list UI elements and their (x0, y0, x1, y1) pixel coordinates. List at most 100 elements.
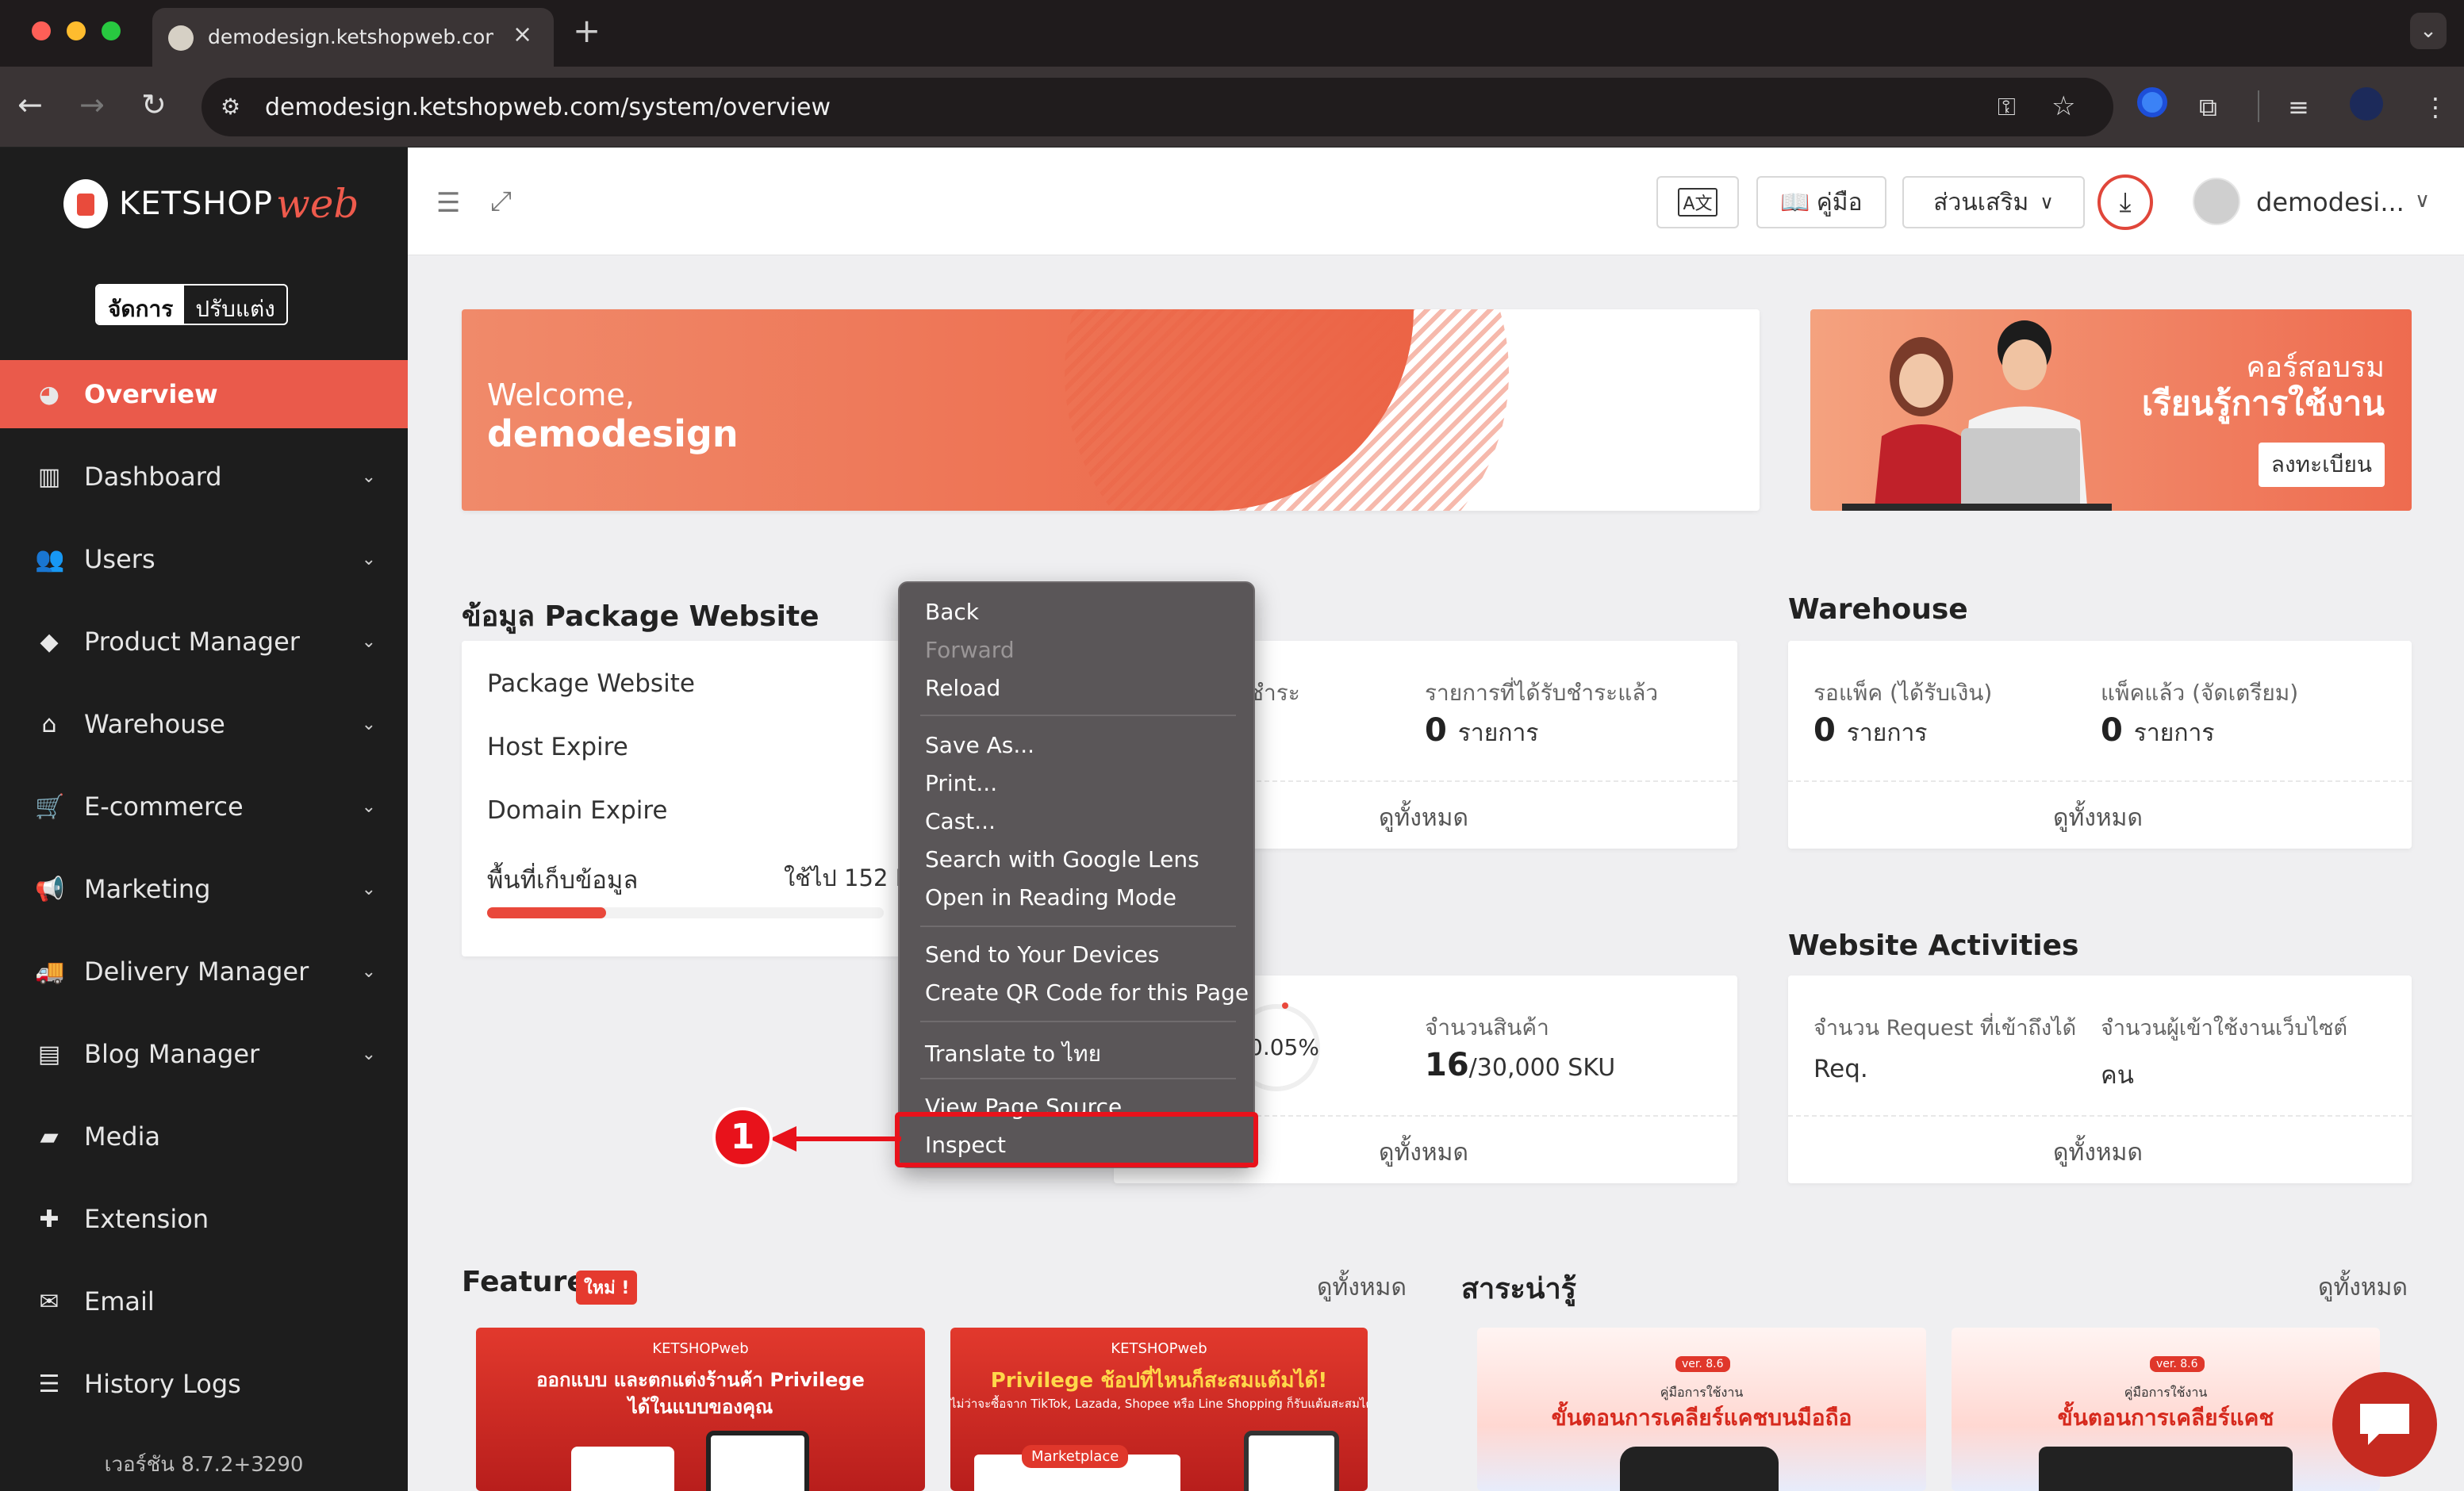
package-card: Package Website Host Expire Domain Expir… (462, 641, 931, 956)
back-arrow-icon[interactable]: ← (17, 87, 43, 122)
extension-circle-icon[interactable] (2137, 87, 2167, 117)
package-title: ข้อมูล Package Website (462, 600, 819, 633)
browser-tab[interactable]: demodesign.ketshopweb.com × (152, 8, 554, 67)
browser-menu-icon[interactable]: ⋮ (2423, 92, 2448, 122)
download-icon: ⤓ (2119, 186, 2132, 218)
menu-item-cast[interactable]: Cast... (925, 808, 996, 834)
menu-item-qr-code[interactable]: Create QR Code for this Page (925, 979, 1249, 1006)
chevron-down-icon: ⌄ (361, 631, 376, 652)
tab-search-chevron-icon[interactable]: ⌄ (2410, 13, 2447, 49)
sku-percent: 0.05% (1249, 1034, 1319, 1060)
download-button[interactable]: ⤓ (2097, 174, 2153, 230)
translate-icon: A文 (1678, 188, 1718, 217)
course-banner[interactable]: คอร์สอบรม เรียนรู้การใช้งาน ลงทะเบียน (1810, 309, 2412, 511)
collapse-menu-icon[interactable]: ☰ (436, 187, 460, 219)
article-card[interactable]: ver. 8.6 คู่มือการใช้งาน ขั้นตอนการเคลีย… (1952, 1328, 2380, 1491)
manual-button[interactable]: 📖 คู่มือ (1756, 176, 1886, 228)
menu-item-print[interactable]: Print... (925, 770, 997, 796)
new-tab-button[interactable]: + (573, 11, 601, 50)
pie-chart-icon: ◕ (38, 380, 60, 408)
reload-icon[interactable]: ↻ (141, 87, 167, 122)
sidebar-item-product-manager[interactable]: ◆ Product Manager ⌄ (0, 608, 408, 676)
menu-separator (920, 715, 1236, 716)
activities-view-all-link[interactable]: ดูทั้งหมด (2053, 1134, 2143, 1171)
fullscreen-icon[interactable]: ⤢ (490, 186, 512, 217)
cart-icon: 🛒 (35, 792, 65, 821)
sidebar-item-extension[interactable]: ✚ Extension (0, 1185, 408, 1253)
orders-view-all-link[interactable]: ดูทั้งหมด (1379, 799, 1468, 837)
sidebar-item-overview[interactable]: ◕ Overview (0, 360, 408, 428)
forward-arrow-icon[interactable]: → (79, 87, 105, 122)
menu-item-reload[interactable]: Reload (925, 675, 1000, 701)
feature-card[interactable]: KETSHOPweb Privilege ช้อปที่ไหนก็สะสมแต้… (950, 1328, 1368, 1491)
close-window-button[interactable] (32, 21, 51, 40)
chevron-down-icon: ⌄ (361, 714, 376, 734)
article-card[interactable]: ver. 8.6 คู่มือการใช้งาน ขั้นตอนการเคลีย… (1477, 1328, 1926, 1491)
site-favicon-icon (168, 25, 194, 51)
menu-item-translate[interactable]: Translate to ไทย (925, 1037, 1101, 1071)
register-button[interactable]: ลงทะเบียน (2258, 443, 2385, 487)
maximize-window-button[interactable] (102, 21, 121, 40)
user-menu-chevron-icon[interactable]: ∨ (2415, 189, 2430, 213)
menu-item-save-as[interactable]: Save As... (925, 732, 1034, 758)
sidebar-item-users[interactable]: 👥 Users ⌄ (0, 525, 408, 593)
envelope-icon: ✉ (39, 1287, 59, 1316)
megaphone-icon: 📢 (35, 875, 65, 903)
article-version-badge: ver. 8.6 (2150, 1356, 2205, 1372)
addons-dropdown[interactable]: ส่วนเสริม ∨ (1902, 176, 2085, 228)
sidebar-item-label: Media (84, 1121, 161, 1152)
sidebar-item-email[interactable]: ✉ Email (0, 1267, 408, 1336)
warehouse-view-all-link[interactable]: ดูทั้งหมด (2053, 799, 2143, 837)
extensions-puzzle-icon[interactable]: ⧉ (2199, 92, 2217, 123)
avatar[interactable] (2193, 178, 2240, 225)
chevron-down-icon: ⌄ (361, 1044, 376, 1064)
minimize-window-button[interactable] (67, 21, 86, 40)
sidebar-item-warehouse[interactable]: ⌂ Warehouse ⌄ (0, 690, 408, 758)
username[interactable]: demodesi... (2256, 187, 2405, 217)
media-controls-icon[interactable]: ≡ (2288, 92, 2309, 122)
menu-item-send-to-devices[interactable]: Send to Your Devices (925, 941, 1159, 968)
language-button[interactable]: A文 (1656, 176, 1739, 228)
feature-view-all-link[interactable]: ดูทั้งหมด (1317, 1269, 1407, 1306)
logo-mark-icon (63, 179, 108, 228)
menu-item-back[interactable]: Back (925, 599, 979, 625)
warehouse-col2-value: 0 รายการ (2101, 712, 2214, 752)
bookmark-star-icon[interactable]: ☆ (2051, 90, 2075, 122)
phone-mockup (1244, 1431, 1339, 1491)
puzzle-icon: ✚ (39, 1205, 59, 1233)
warehouse-col1-value: 0 รายการ (1813, 712, 1927, 752)
menu-item-google-lens[interactable]: Search with Google Lens (925, 846, 1199, 872)
sidebar-item-marketing[interactable]: 📢 Marketing ⌄ (0, 855, 408, 923)
sidebar-item-blog-manager[interactable]: ▤ Blog Manager ⌄ (0, 1020, 408, 1088)
sidebar-item-label: Marketing (84, 874, 211, 904)
menu-separator (920, 1021, 1236, 1022)
course-illustration (1842, 320, 2112, 511)
menu-item-reading-mode[interactable]: Open in Reading Mode (925, 884, 1176, 910)
mode-customize-button[interactable]: ปรับแต่ง (184, 286, 286, 324)
activities-col1-value: Req. (1813, 1055, 1868, 1083)
feature-card[interactable]: KETSHOPweb ออกแบบ และตกแต่งร้านค้า Privi… (476, 1328, 925, 1491)
sidebar-item-delivery-manager[interactable]: 🚚 Delivery Manager ⌄ (0, 937, 408, 1006)
tab-close-icon[interactable]: × (512, 21, 532, 48)
profile-avatar-icon[interactable] (2350, 87, 2383, 121)
url-text[interactable]: demodesign.ketshopweb.com/system/overvie… (265, 94, 831, 121)
chat-button[interactable] (2332, 1372, 2437, 1477)
package-row: Host Expire (487, 733, 628, 761)
storage-progress-fill (487, 907, 606, 918)
article-title: ขั้นตอนการเคลียร์แคชบนมือถือ (1551, 1405, 1852, 1431)
url-bar[interactable]: ⚙ demodesign.ketshopweb.com/system/overv… (201, 78, 2113, 136)
warehouse-col1-count: 0 (1813, 712, 1836, 749)
sidebar-item-ecommerce[interactable]: 🛒 E-commerce ⌄ (0, 772, 408, 841)
tab-title: demodesign.ketshopweb.com (208, 25, 493, 48)
products-view-all-link[interactable]: ดูทั้งหมด (1379, 1134, 1468, 1171)
site-settings-icon[interactable]: ⚙ (221, 94, 240, 120)
sidebar-item-dashboard[interactable]: ▥ Dashboard ⌄ (0, 443, 408, 511)
chevron-down-icon: ⌄ (361, 549, 376, 569)
sidebar-item-label: Dashboard (84, 462, 222, 492)
ketshop-logo[interactable]: KETSHOP web (63, 176, 359, 232)
password-key-icon[interactable]: ⚿ (1998, 94, 2016, 121)
mode-manage-button[interactable]: จัดการ (97, 286, 185, 324)
sidebar-item-history-logs[interactable]: ☰ History Logs (0, 1350, 408, 1418)
sidebar-item-media[interactable]: ▰ Media (0, 1102, 408, 1171)
articles-view-all-link[interactable]: ดูทั้งหมด (2318, 1269, 2408, 1306)
